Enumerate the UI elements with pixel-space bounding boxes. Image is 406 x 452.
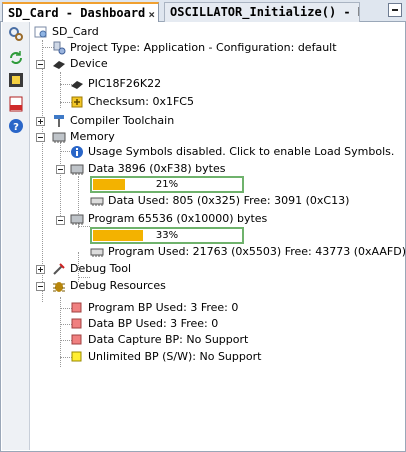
expand-debug-resources[interactable] — [36, 282, 45, 291]
program-bp-label: Program BP Used: 3 Free: 0 — [88, 301, 239, 314]
chip-icon[interactable] — [8, 72, 24, 88]
device-name-label: PIC18F26K22 — [88, 77, 162, 90]
program-used-icon — [90, 245, 104, 259]
data-used-icon — [90, 194, 104, 208]
refresh-icon[interactable] — [8, 50, 24, 66]
data-capture-bp-label: Data Capture BP: No Support — [88, 333, 249, 346]
tab-oscillator-initialize[interactable]: OSCILLATOR_Initialize() - N··· — [164, 2, 360, 22]
data-capture-bp-square-icon — [70, 333, 84, 347]
bug-icon — [52, 279, 66, 293]
program-memory-progress-bar: 33% — [90, 227, 244, 244]
expand-memory[interactable] — [36, 133, 45, 142]
minimize-icon[interactable] — [388, 3, 402, 17]
compiler-toolchain-label: Compiler Toolchain — [70, 114, 175, 127]
close-icon[interactable]: × — [148, 6, 155, 22]
expand-data-memory[interactable] — [56, 165, 65, 174]
microcontroller-icon — [70, 77, 84, 91]
debug-resources-label: Debug Resources — [70, 279, 166, 292]
tab-oscillator-label: OSCILLATOR_Initialize() - N··· — [170, 5, 359, 19]
device-label: Device — [70, 57, 108, 70]
project-type-label: Project Type: Application - Configuratio… — [70, 41, 337, 54]
memory-icon — [52, 130, 66, 144]
checksum-icon — [70, 95, 84, 109]
data-used-label: Data Used: 805 (0x325) Free: 3091 (0xC13… — [108, 194, 350, 207]
dashboard-panel: ? SD_Card Project Type: Application - Co… — [0, 22, 406, 452]
expand-debug-tool[interactable] — [36, 265, 45, 274]
unlimited-bp-square-icon — [70, 350, 84, 364]
tab-bar: SD_Card - Dashboard × OSCILLATOR_Initial… — [0, 0, 406, 22]
help-icon[interactable]: ? — [8, 118, 24, 134]
program-memory-percent: 33% — [155, 230, 179, 241]
data-memory-label: Data 3896 (0xF38) bytes — [88, 162, 226, 175]
data-bp-label: Data BP Used: 3 Free: 0 — [88, 317, 219, 330]
pdf-icon[interactable] — [8, 96, 24, 112]
expand-program-memory[interactable] — [56, 216, 65, 225]
expand-compiler-toolchain[interactable] — [36, 117, 45, 126]
program-memory-icon — [70, 212, 84, 226]
checksum-label: Checksum: 0x1FC5 — [88, 95, 194, 108]
toolchain-icon — [52, 114, 66, 128]
project-icon — [34, 25, 48, 39]
data-memory-progress-bar: 21% — [90, 176, 244, 193]
dashboard-tree: SD_Card Project Type: Application - Conf… — [30, 22, 406, 450]
info-icon — [70, 145, 84, 159]
debug-tool-icon — [52, 262, 66, 276]
data-bp-square-icon — [70, 317, 84, 331]
project-settings-icon — [52, 41, 66, 55]
program-memory-label: Program 65536 (0x10000) bytes — [88, 212, 268, 225]
tab-dashboard[interactable]: SD_Card - Dashboard × — [2, 2, 159, 22]
unlimited-bp-label: Unlimited BP (S/W): No Support — [88, 350, 262, 363]
debug-tool-label: Debug Tool — [70, 262, 132, 275]
tree-root-label: SD_Card — [52, 25, 99, 38]
usage-symbols-label: Usage Symbols disabled. Click to enable … — [88, 145, 395, 158]
data-memory-percent: 21% — [155, 179, 179, 190]
program-bp-square-icon — [70, 301, 84, 315]
svg-text:?: ? — [13, 122, 19, 133]
settings-icon[interactable] — [8, 26, 24, 42]
memory-label: Memory — [70, 130, 115, 143]
chip-icon — [52, 57, 66, 71]
tab-dashboard-label: SD_Card - Dashboard — [8, 6, 146, 20]
data-memory-icon — [70, 162, 84, 176]
program-used-label: Program Used: 21763 (0x5503) Free: 43773… — [108, 245, 406, 258]
expand-device[interactable] — [36, 60, 45, 69]
dashboard-toolbar: ? — [2, 22, 30, 450]
